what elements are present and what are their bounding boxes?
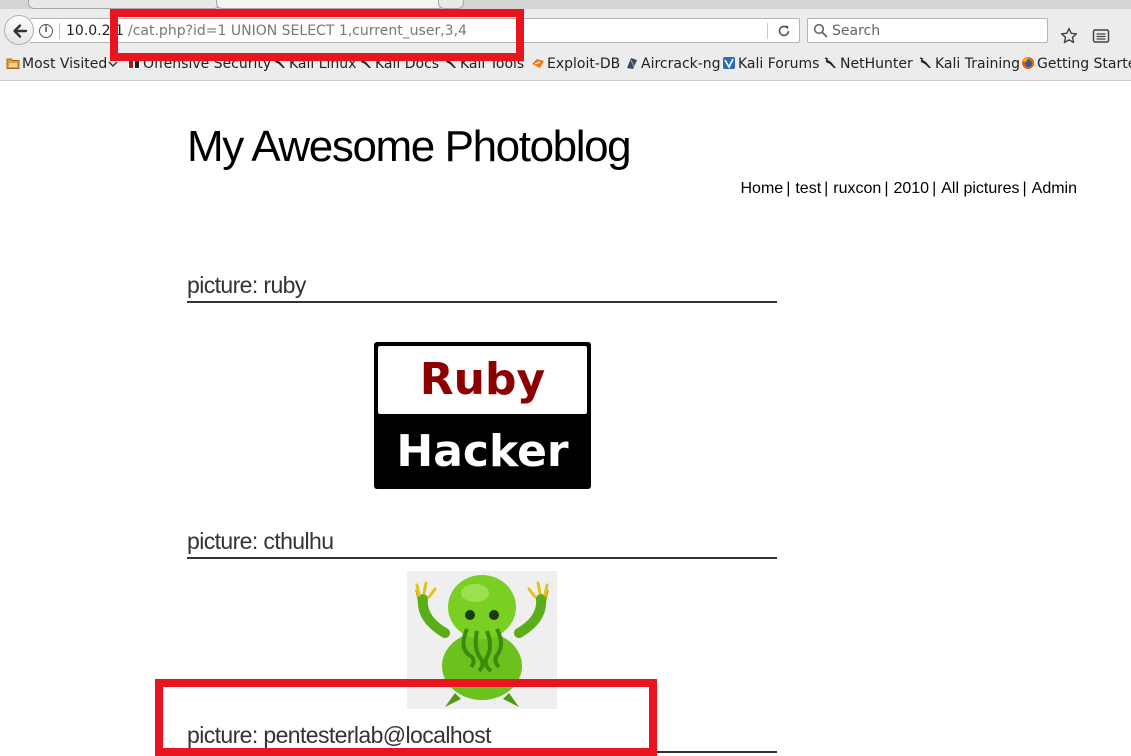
bookmark-aircrack-ng[interactable]: Aircrack-ng xyxy=(625,56,721,74)
search-icon xyxy=(813,23,828,38)
bookmark-kali-training[interactable]: Kali Training xyxy=(919,56,1020,74)
bookmark-exploit-db[interactable]: Exploit-DB xyxy=(531,56,620,74)
nav-separator: | xyxy=(786,180,791,197)
nav-link-all-pictures[interactable]: All pictures xyxy=(941,180,1019,197)
bookmark-nethunter[interactable]: NetHunter xyxy=(824,56,913,74)
reload-icon[interactable] xyxy=(776,23,792,39)
nav-link-2010[interactable]: 2010 xyxy=(893,180,929,197)
nav-separator: | xyxy=(884,180,889,197)
back-arrow-icon xyxy=(13,24,28,38)
search-input[interactable] xyxy=(832,22,1037,40)
tab-next[interactable] xyxy=(438,0,464,9)
chevron-down-icon xyxy=(108,61,118,68)
exploit-db-icon xyxy=(532,59,544,68)
back-button[interactable] xyxy=(4,15,34,45)
kali-dragon-icon xyxy=(919,57,931,68)
site-navigation: Home | test | ruxcon | 2010 | All pictures | Admin xyxy=(741,180,1078,198)
nav-link-home[interactable]: Home xyxy=(741,180,784,197)
picture-heading-ruby: picture: ruby xyxy=(187,272,777,303)
url-divider-right xyxy=(767,23,768,39)
tab-previous[interactable] xyxy=(28,0,220,9)
ruby-hacker-image[interactable]: Ruby Hacker xyxy=(374,342,591,489)
result-highlight-box xyxy=(155,679,657,756)
aircrack-icon xyxy=(627,58,637,69)
bookmark-star-icon[interactable] xyxy=(1060,27,1078,45)
nav-separator: | xyxy=(932,180,937,197)
nav-link-ruxcon[interactable]: ruxcon xyxy=(833,180,881,197)
hacker-image-text: Hacker xyxy=(396,426,569,477)
folder-icon xyxy=(6,58,20,69)
url-highlight-box xyxy=(110,9,524,61)
search-box[interactable] xyxy=(807,18,1048,43)
kali-forums-icon xyxy=(723,57,735,69)
firefox-icon xyxy=(1022,57,1034,69)
nav-separator: | xyxy=(824,180,829,197)
url-divider xyxy=(59,23,60,39)
bookmark-kali-forums[interactable]: Kali Forums xyxy=(722,56,819,74)
site-title: My Awesome Photoblog xyxy=(187,122,632,171)
site-info-icon[interactable]: i xyxy=(39,24,53,38)
nav-link-test[interactable]: test xyxy=(795,180,821,197)
tab-current[interactable] xyxy=(216,0,444,9)
kali-dragon-icon xyxy=(824,57,836,68)
nav-separator: | xyxy=(1022,180,1027,197)
ruby-image-text: Ruby xyxy=(378,346,587,414)
bookmark-getting-started[interactable]: Getting Starte xyxy=(1021,56,1131,74)
bookmark-most-visited[interactable]: Most Visited xyxy=(6,56,118,74)
reading-list-icon[interactable] xyxy=(1092,28,1110,44)
tab-strip xyxy=(0,0,1131,9)
nav-link-admin[interactable]: Admin xyxy=(1032,180,1077,197)
picture-heading-cthulhu: picture: cthulhu xyxy=(187,528,777,559)
